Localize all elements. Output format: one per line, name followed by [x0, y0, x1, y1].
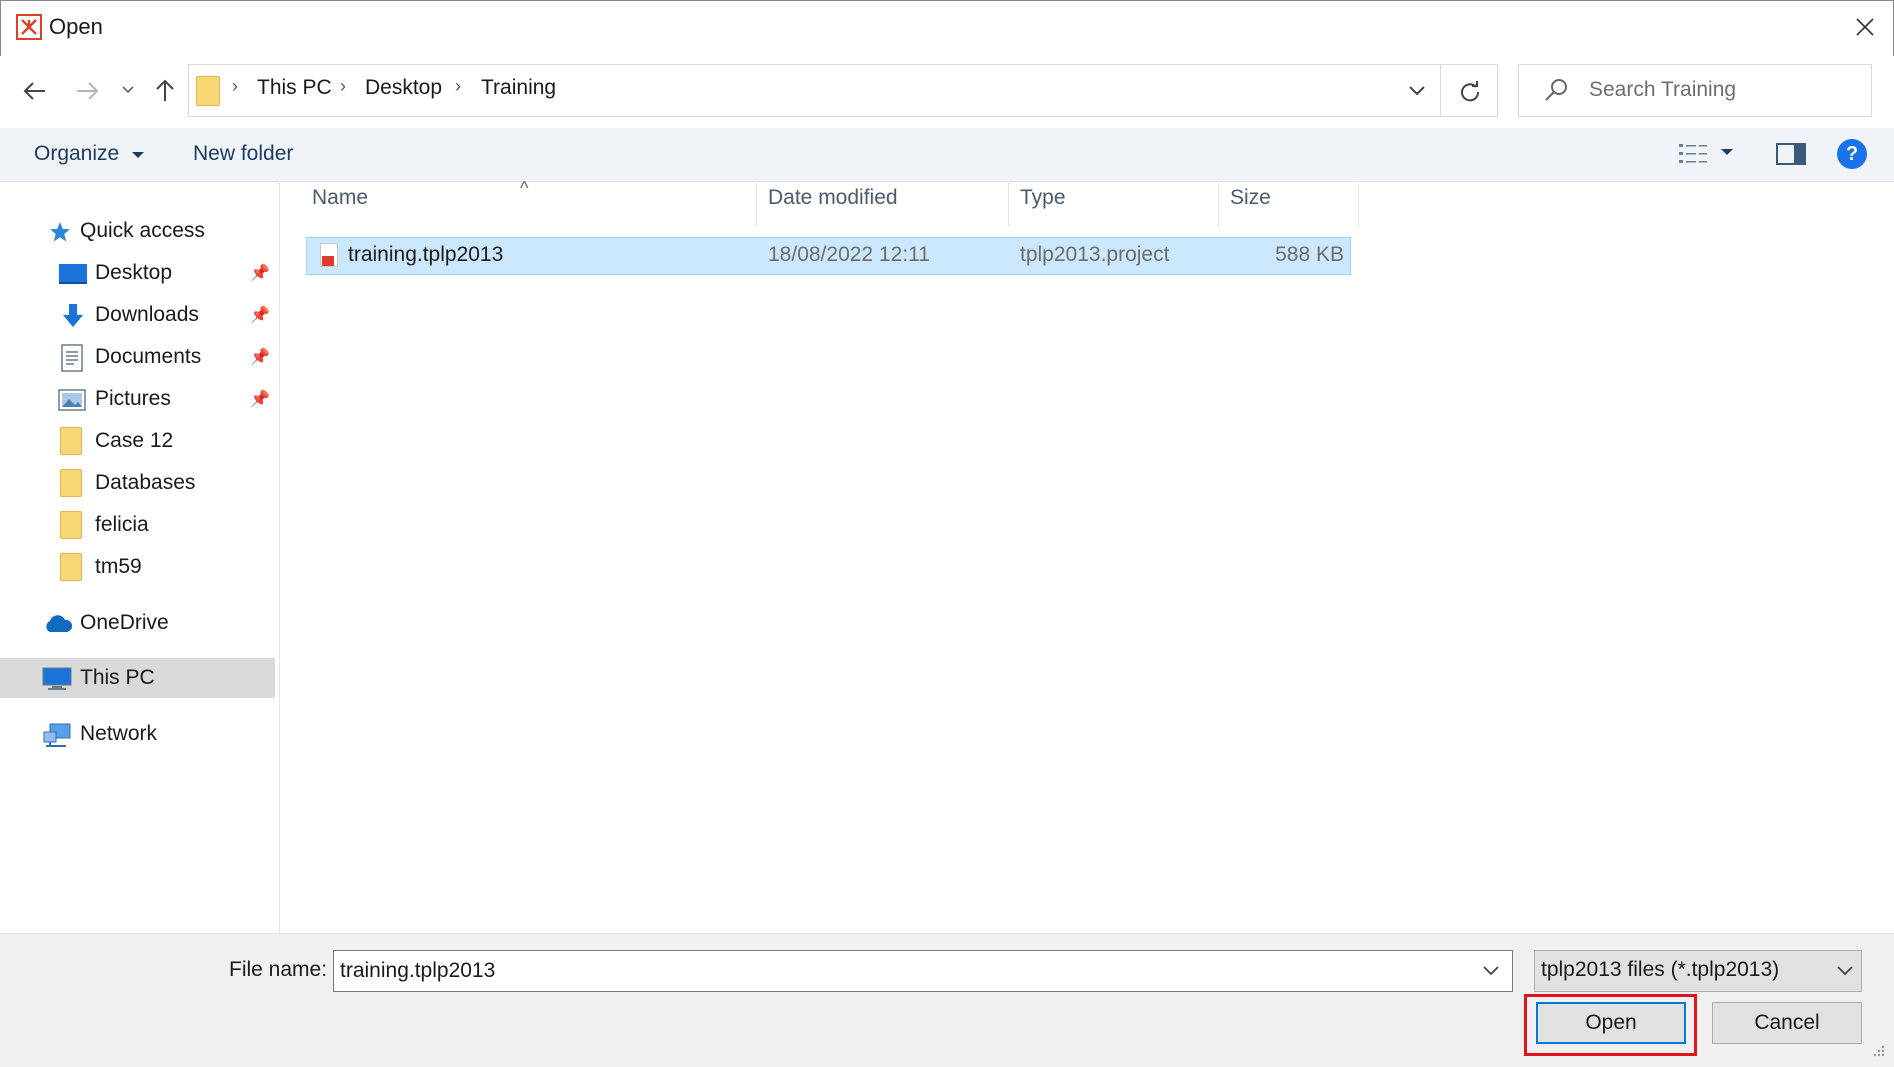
nav-folder-case-12[interactable]: Case 12: [0, 421, 275, 461]
pin-icon[interactable]: 📌: [250, 347, 270, 367]
nav-label: Pictures: [95, 387, 171, 410]
caret-down-icon: [132, 152, 145, 158]
arrow-left-icon: [23, 82, 45, 100]
close-button[interactable]: [1848, 10, 1882, 44]
column-divider[interactable]: [756, 183, 757, 227]
download-icon: [63, 304, 83, 327]
column-header-type[interactable]: Type: [1020, 186, 1066, 226]
star-icon: [50, 222, 70, 242]
breadcrumb-separator: ›: [340, 76, 346, 96]
pin-icon[interactable]: 📌: [250, 263, 270, 283]
title-bar: [0, 0, 1894, 56]
sort-ascending-icon: ^: [520, 178, 529, 198]
file-name: training.tplp2013: [348, 243, 504, 266]
resize-grip-icon[interactable]: [1870, 1044, 1886, 1060]
organize-label: Organize: [34, 142, 120, 165]
breadcrumb-training[interactable]: Training: [481, 76, 556, 100]
nav-desktop[interactable]: Desktop 📌: [0, 253, 275, 293]
nav-label: This PC: [80, 666, 155, 689]
nav-label: Documents: [95, 345, 202, 368]
computer-icon: [42, 667, 72, 690]
pictures-icon: [58, 389, 86, 411]
chevron-down-icon[interactable]: [1836, 958, 1854, 984]
column-divider[interactable]: [1218, 183, 1219, 227]
nav-label: felicia: [95, 513, 149, 536]
nav-network[interactable]: Network: [0, 714, 275, 754]
column-divider[interactable]: [1358, 183, 1359, 227]
forward-button[interactable]: [70, 74, 104, 108]
organize-button[interactable]: Organize: [34, 142, 145, 166]
back-button[interactable]: [18, 74, 52, 108]
file-name-value: training.tplp2013: [340, 959, 496, 982]
breadcrumb-this-pc[interactable]: This PC: [257, 76, 332, 100]
pin-icon[interactable]: 📌: [250, 389, 270, 409]
column-header-size[interactable]: Size: [1230, 186, 1271, 226]
search-placeholder: Search Training: [1589, 78, 1737, 101]
nav-label: OneDrive: [80, 611, 169, 634]
documents-icon: [61, 344, 83, 372]
column-header-name[interactable]: Name: [312, 186, 368, 226]
breadcrumb-separator: ›: [455, 76, 461, 96]
nav-folder-databases[interactable]: Databases: [0, 463, 275, 503]
file-date: 18/08/2022 12:11: [768, 243, 930, 266]
nav-this-pc[interactable]: This PC: [0, 658, 275, 698]
view-options-icon[interactable]: [1678, 141, 1708, 167]
view-dropdown-icon[interactable]: [1720, 147, 1734, 157]
new-folder-button[interactable]: New folder: [193, 142, 293, 166]
refresh-icon: [1460, 80, 1479, 101]
nav-documents[interactable]: Documents 📌: [0, 337, 275, 377]
breadcrumb-separator: ›: [232, 76, 238, 96]
app-icon: [16, 14, 42, 40]
chevron-down-icon: [122, 86, 134, 94]
cancel-button[interactable]: Cancel: [1712, 1002, 1862, 1044]
file-type-value: tplp2013 files (*.tplp2013): [1541, 958, 1780, 981]
folder-icon: [60, 469, 82, 497]
folder-icon: [196, 76, 220, 106]
file-type: tplp2013.project: [1020, 243, 1170, 266]
recent-locations-button[interactable]: [118, 80, 138, 100]
nav-label: Network: [80, 722, 158, 745]
nav-label: Quick access: [80, 219, 205, 242]
refresh-button[interactable]: [1440, 64, 1498, 117]
close-icon: [1856, 18, 1874, 36]
nav-label: tm59: [95, 555, 142, 578]
nav-label: Databases: [95, 471, 196, 494]
open-button[interactable]: Open: [1536, 1002, 1686, 1044]
help-button[interactable]: ?: [1837, 139, 1867, 169]
window-title: Open: [49, 14, 103, 39]
preview-pane-icon[interactable]: [1776, 143, 1806, 165]
desktop-icon: [59, 264, 87, 284]
file-name-label: File name:: [229, 958, 328, 981]
breadcrumb-desktop[interactable]: Desktop: [365, 76, 442, 100]
folder-icon: [60, 511, 82, 539]
network-icon: [43, 723, 71, 747]
nav-label: Downloads: [95, 303, 199, 326]
nav-downloads[interactable]: Downloads 📌: [0, 295, 275, 335]
address-dropdown-button[interactable]: [1394, 64, 1440, 117]
up-button[interactable]: [150, 74, 180, 108]
nav-pictures[interactable]: Pictures 📌: [0, 379, 275, 419]
chevron-down-icon[interactable]: [1482, 958, 1500, 984]
nav-folder-tm59[interactable]: tm59: [0, 547, 275, 587]
file-icon-badge: [322, 256, 334, 266]
folder-icon: [60, 553, 82, 581]
file-name-input[interactable]: [333, 950, 1513, 992]
nav-quick-access[interactable]: Quick access: [0, 211, 275, 251]
nav-folder-felicia[interactable]: felicia: [0, 505, 275, 545]
pin-icon[interactable]: 📌: [250, 305, 270, 325]
column-divider[interactable]: [1008, 183, 1009, 227]
nav-label: Desktop: [95, 261, 173, 284]
chevron-down-icon: [1409, 85, 1425, 95]
column-header-date-modified[interactable]: Date modified: [768, 186, 898, 226]
folder-icon: [60, 427, 82, 455]
nav-label: Case 12: [95, 429, 174, 452]
search-icon: [1545, 79, 1567, 101]
arrow-up-icon: [156, 79, 174, 101]
file-size: 588 KB: [1275, 243, 1344, 266]
arrow-right-icon: [77, 82, 99, 100]
cloud-icon: [46, 615, 73, 632]
nav-onedrive[interactable]: OneDrive: [0, 603, 275, 643]
